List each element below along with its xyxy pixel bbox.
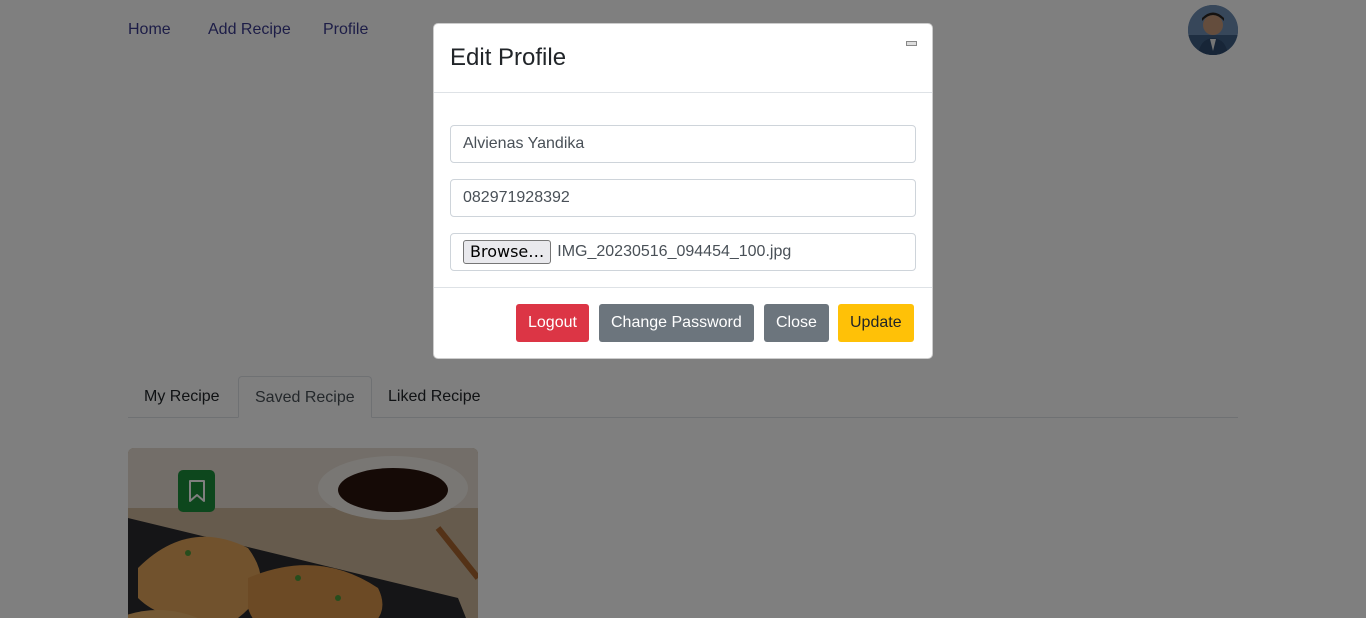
- edit-profile-modal: Edit Profile Alvienas Yandika 0829719283…: [433, 23, 933, 359]
- change-password-button[interactable]: Change Password: [599, 304, 754, 342]
- selected-file-name: IMG_20230516_094454_100.jpg: [557, 243, 792, 260]
- photo-file-input[interactable]: Browse… IMG_20230516_094454_100.jpg: [450, 233, 916, 271]
- browse-button[interactable]: Browse…: [463, 240, 552, 264]
- close-button[interactable]: Close: [764, 304, 829, 342]
- modal-header: Edit Profile: [434, 24, 932, 93]
- phone-input[interactable]: 082971928392: [450, 179, 916, 217]
- modal-title: Edit Profile: [450, 44, 567, 71]
- name-input[interactable]: Alvienas Yandika: [450, 125, 916, 163]
- logout-button[interactable]: Logout: [516, 304, 589, 342]
- update-button[interactable]: Update: [838, 304, 914, 342]
- close-icon[interactable]: [905, 39, 917, 47]
- modal-footer: Logout Change Password Close Update: [434, 287, 932, 358]
